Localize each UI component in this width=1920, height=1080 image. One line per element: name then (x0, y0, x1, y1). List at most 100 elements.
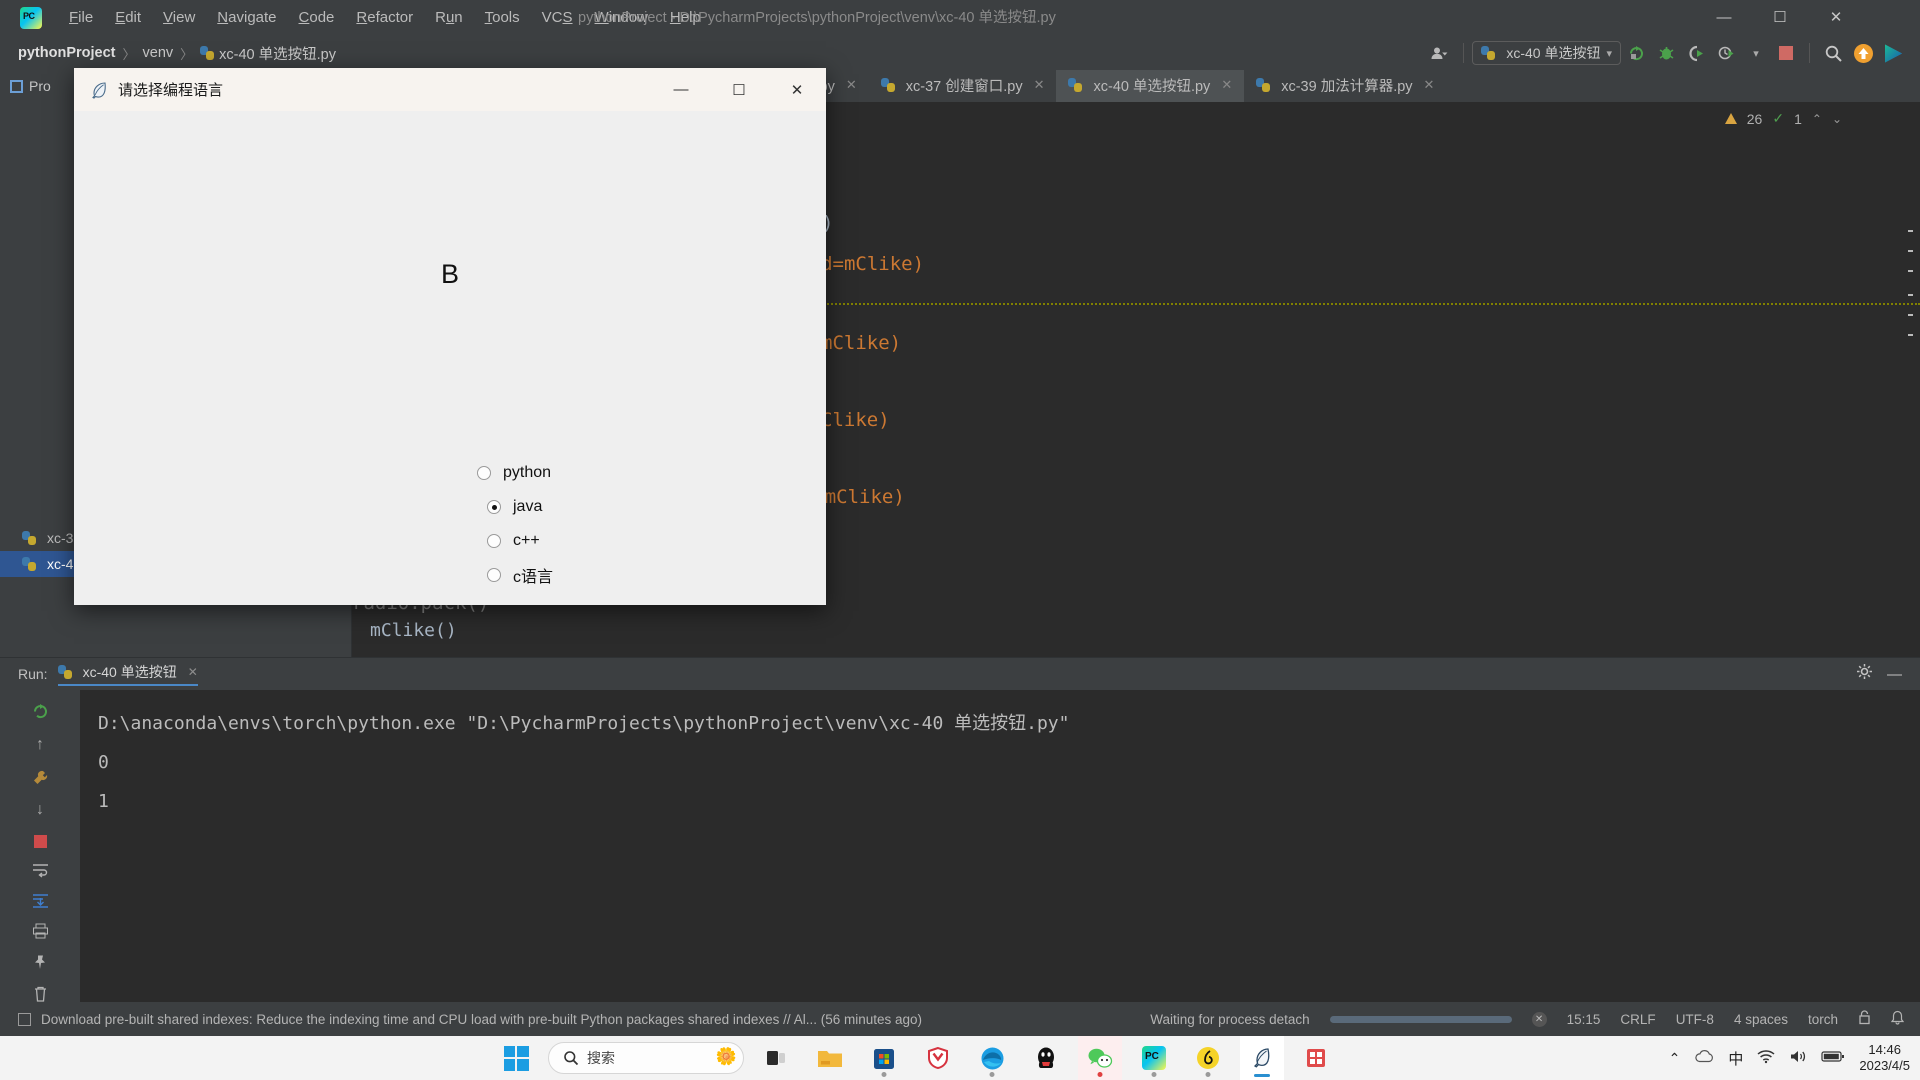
microsoft-store-icon[interactable] (862, 1036, 906, 1080)
check-icon: ✓ (1772, 110, 1784, 127)
menu-edit[interactable]: Edit (104, 0, 152, 36)
python-tk-icon[interactable] (1240, 1036, 1284, 1080)
windows-start-icon[interactable] (494, 1036, 538, 1080)
task-view-icon[interactable] (754, 1036, 798, 1080)
volume-icon[interactable] (1789, 1049, 1807, 1067)
dialog-title-bar[interactable]: 请选择编程语言 — ☐ ✕ (74, 68, 826, 111)
window-minimize-button[interactable]: — (1696, 0, 1752, 36)
scroll-to-end-icon[interactable] (29, 893, 51, 908)
menu-code[interactable]: Code (288, 0, 346, 36)
menu-vcs[interactable]: VCS (531, 0, 584, 36)
user-icon[interactable] (1425, 38, 1455, 68)
python-file-icon (22, 531, 36, 545)
console-line: D:\anaconda\envs\torch\python.exe "D:\Py… (98, 704, 1920, 743)
radio-c++[interactable]: c++ (74, 524, 826, 558)
snipaste-icon[interactable] (1294, 1036, 1338, 1080)
trash-icon[interactable] (29, 986, 51, 1002)
editor-tab-close-icon[interactable]: ✕ (1424, 77, 1435, 93)
window-close-button[interactable]: ✕ (1808, 0, 1864, 36)
qq-icon[interactable] (1024, 1036, 1068, 1080)
debug-icon[interactable] (1651, 38, 1681, 68)
menu-view[interactable]: View (152, 0, 206, 36)
status-line-separator[interactable]: CRLF (1620, 1012, 1655, 1027)
print-icon[interactable] (29, 923, 51, 939)
profile-icon[interactable] (1711, 38, 1741, 68)
project-pane-title: Pro (29, 78, 51, 94)
run-console-output[interactable]: D:\anaconda\envs\torch\python.exe "D:\Py… (80, 690, 1920, 1002)
status-message[interactable]: Download pre-built shared indexes: Reduc… (41, 1012, 922, 1027)
gear-icon[interactable] (1856, 663, 1873, 685)
360-browser-icon[interactable] (916, 1036, 960, 1080)
battery-icon[interactable] (1821, 1050, 1845, 1066)
tkinter-dialog[interactable]: 请选择编程语言 — ☐ ✕ B pythonjavac++c语言 (74, 68, 826, 605)
up-arrow-icon[interactable]: ↑ (29, 736, 51, 754)
pycharm-icon[interactable]: PC (1132, 1036, 1176, 1080)
menu-navigate[interactable]: Navigate (206, 0, 287, 36)
radio-c语言[interactable]: c语言 (74, 558, 826, 592)
cloud-icon[interactable] (1694, 1049, 1714, 1067)
editor-scroll-markers[interactable] (1906, 222, 1916, 342)
radio-indicator[interactable] (487, 500, 501, 514)
run-tab[interactable]: xc-40 单选按钮 ✕ (58, 662, 198, 686)
netease-music-icon[interactable] (1186, 1036, 1230, 1080)
taskbar-clock[interactable]: 14:46 2023/4/5 (1859, 1042, 1910, 1075)
wrap-text-icon[interactable] (29, 863, 51, 878)
minimize-icon[interactable]: — (1887, 666, 1902, 683)
menu-tools[interactable]: Tools (474, 0, 531, 36)
update-icon[interactable] (1848, 38, 1878, 68)
tray-expand-icon[interactable]: ⌃ (1669, 1050, 1681, 1067)
breadcrumb-folder[interactable]: venv (143, 45, 174, 61)
profile-dropdown-icon[interactable]: ▾ (1741, 38, 1771, 68)
cancel-process-icon[interactable]: ✕ (1532, 1012, 1547, 1027)
dialog-maximize-button[interactable]: ☐ (710, 68, 768, 111)
stop-icon[interactable] (29, 834, 51, 848)
radio-java[interactable]: java (74, 490, 826, 524)
wifi-icon[interactable] (1757, 1049, 1775, 1067)
radio-indicator[interactable] (487, 534, 501, 548)
editor-tab-close-icon[interactable]: ✕ (1034, 77, 1045, 93)
editor-tab-2[interactable]: xc-40 单选按钮.py✕ (1056, 70, 1244, 102)
search-input[interactable]: 搜索 🌼 (548, 1042, 744, 1074)
inspection-widget[interactable]: 26 ✓ 1 ⌃ ⌄ (1725, 110, 1842, 127)
menu-run[interactable]: Run (424, 0, 474, 36)
down-arrow-icon[interactable]: ↓ (29, 801, 51, 819)
dialog-minimize-button[interactable]: — (652, 68, 710, 111)
menu-refactor[interactable]: Refactor (345, 0, 424, 36)
editor-tab-close-icon[interactable]: ✕ (846, 77, 857, 93)
window-maximize-button[interactable]: ☐ (1752, 0, 1808, 36)
scroll-down-icon[interactable]: ⌄ (1832, 112, 1842, 126)
breadcrumb-separator-2: 〉 (180, 44, 193, 63)
breadcrumb-file[interactable]: xc-40 单选按钮.py (219, 43, 336, 64)
edge-browser-icon[interactable] (970, 1036, 1014, 1080)
dialog-close-button[interactable]: ✕ (768, 68, 826, 111)
rerun-icon[interactable] (29, 702, 51, 721)
radio-indicator[interactable] (487, 568, 501, 582)
wechat-icon[interactable] (1078, 1036, 1122, 1080)
run-configuration-selector[interactable]: xc-40 单选按钮 ▾ (1472, 41, 1621, 65)
wrench-icon[interactable] (29, 769, 51, 786)
stop-icon[interactable] (1771, 38, 1801, 68)
file-explorer-icon[interactable] (808, 1036, 852, 1080)
rerun-icon[interactable] (1621, 38, 1651, 68)
editor-tab-1[interactable]: xc-37 创建窗口.py✕ (869, 70, 1057, 102)
run-tab-close-icon[interactable]: ✕ (188, 665, 198, 679)
menu-file[interactable]: File (58, 0, 104, 36)
bell-icon[interactable] (1891, 1010, 1904, 1028)
scroll-up-icon[interactable]: ⌃ (1812, 112, 1822, 126)
ime-indicator[interactable]: 中 (1728, 1048, 1743, 1069)
play-gradient-icon[interactable] (1878, 38, 1908, 68)
search-icon[interactable] (1818, 38, 1848, 68)
status-indent[interactable]: 4 spaces (1734, 1012, 1788, 1027)
editor-tab-close-icon[interactable]: ✕ (1221, 77, 1232, 93)
lock-icon[interactable] (1858, 1010, 1871, 1028)
editor-tab-3[interactable]: xc-39 加法计算器.py✕ (1244, 70, 1446, 102)
status-interpreter[interactable]: torch (1808, 1012, 1838, 1027)
radio-indicator[interactable] (477, 466, 491, 480)
selected-value-label: B (74, 259, 826, 290)
dialog-title: 请选择编程语言 (118, 79, 223, 100)
pin-icon[interactable] (29, 954, 51, 971)
breadcrumb-project[interactable]: pythonProject (18, 45, 115, 61)
status-encoding[interactable]: UTF-8 (1676, 1012, 1714, 1027)
coverage-icon[interactable] (1681, 38, 1711, 68)
radio-python[interactable]: python (74, 456, 826, 490)
